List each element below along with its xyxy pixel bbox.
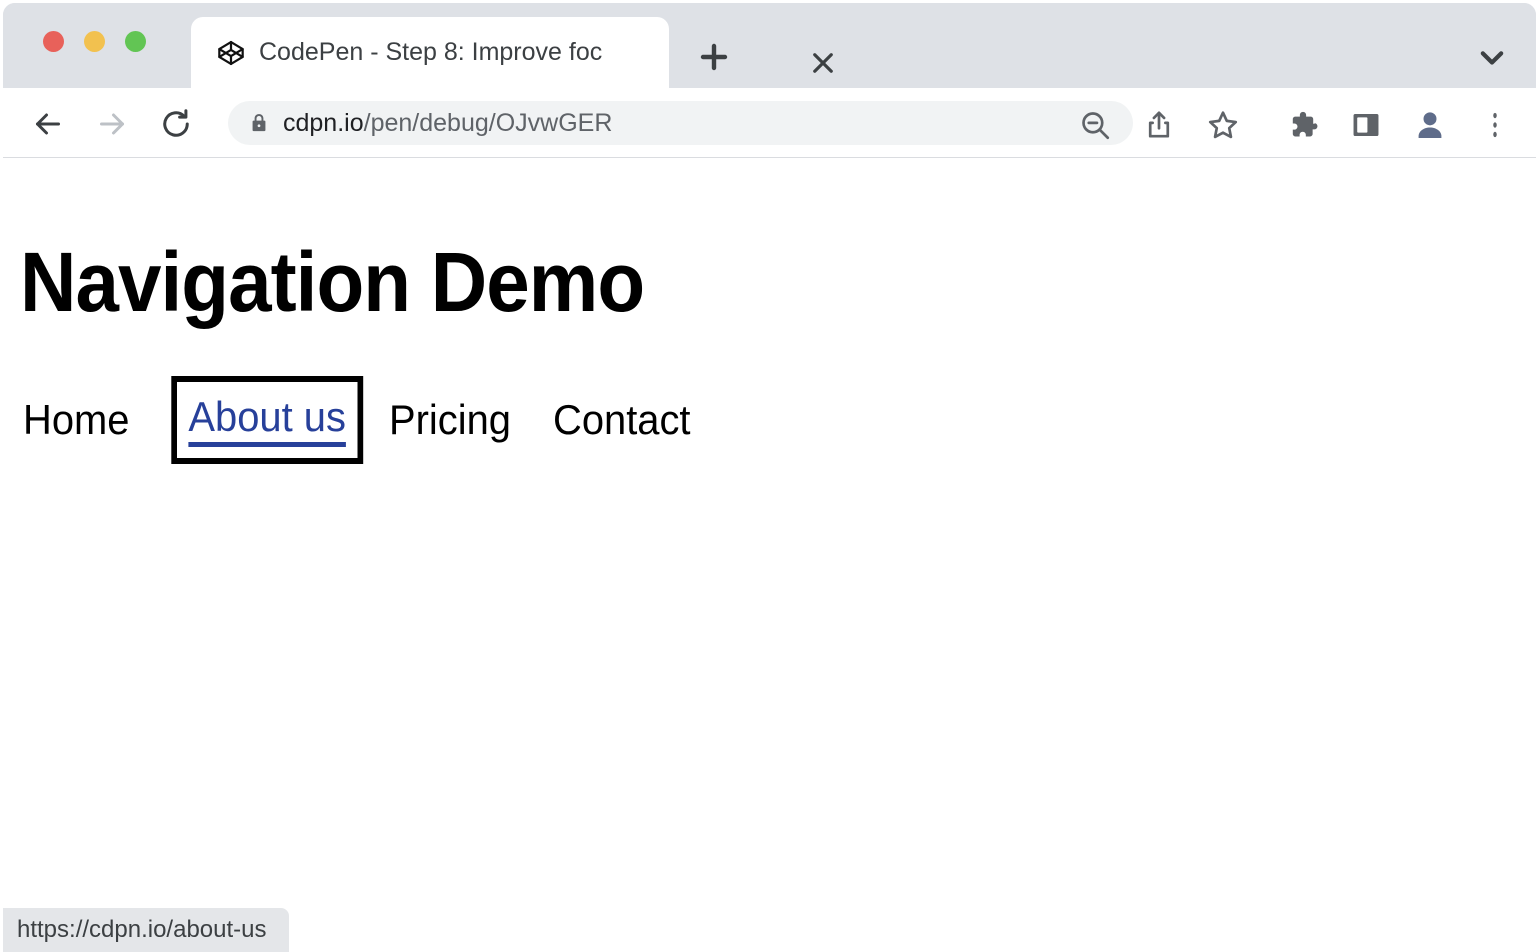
nav-link-pricing[interactable]: Pricing	[389, 399, 511, 441]
screen: CodePen - Step 8: Improve foc	[0, 0, 1536, 952]
chevron-down-icon[interactable]	[1470, 35, 1514, 79]
main-navigation: Home About us Pricing Contact	[23, 382, 698, 458]
url-path: /pen/debug/OJvwGER	[364, 109, 613, 137]
status-bar-url: https://cdpn.io/about-us	[3, 908, 289, 952]
bookmark-star-icon[interactable]	[1206, 108, 1240, 142]
address-bar[interactable]: cdpn.io/pen/debug/OJvwGER	[228, 101, 1133, 145]
window-controls	[43, 31, 146, 52]
tab-strip: CodePen - Step 8: Improve foc	[3, 3, 1536, 88]
page-title: Navigation Demo	[20, 240, 644, 324]
reload-icon[interactable]	[158, 106, 194, 142]
lock-icon[interactable]	[248, 112, 270, 134]
close-window-button[interactable]	[43, 31, 64, 52]
back-arrow-icon[interactable]	[30, 106, 66, 142]
new-tab-button[interactable]	[690, 33, 738, 81]
profile-avatar-icon[interactable]	[1411, 106, 1449, 144]
minimize-window-button[interactable]	[84, 31, 105, 52]
codepen-logo-icon	[217, 39, 245, 67]
zoom-out-icon[interactable]	[1078, 108, 1112, 142]
nav-link-about-us[interactable]: About us	[177, 382, 357, 458]
nav-link-home[interactable]: Home	[23, 399, 129, 441]
page-viewport: Navigation Demo Home About us Pricing Co…	[3, 158, 1536, 952]
browser-toolbar: cdpn.io/pen/debug/OJvwGER	[3, 88, 1536, 159]
browser-window: CodePen - Step 8: Improve foc	[3, 3, 1536, 952]
url-domain: cdpn.io	[283, 109, 364, 137]
forward-arrow-icon	[94, 106, 130, 142]
side-panel-icon[interactable]	[1349, 108, 1383, 142]
nav-link-contact[interactable]: Contact	[553, 399, 691, 441]
three-dot-menu-icon[interactable]	[1484, 108, 1506, 142]
browser-tab[interactable]: CodePen - Step 8: Improve foc	[191, 17, 669, 88]
close-icon[interactable]	[805, 45, 841, 81]
address-bar-url: cdpn.io/pen/debug/OJvwGER	[283, 101, 612, 145]
share-icon[interactable]	[1142, 108, 1176, 142]
maximize-window-button[interactable]	[125, 31, 146, 52]
extensions-puzzle-icon[interactable]	[1286, 108, 1320, 142]
